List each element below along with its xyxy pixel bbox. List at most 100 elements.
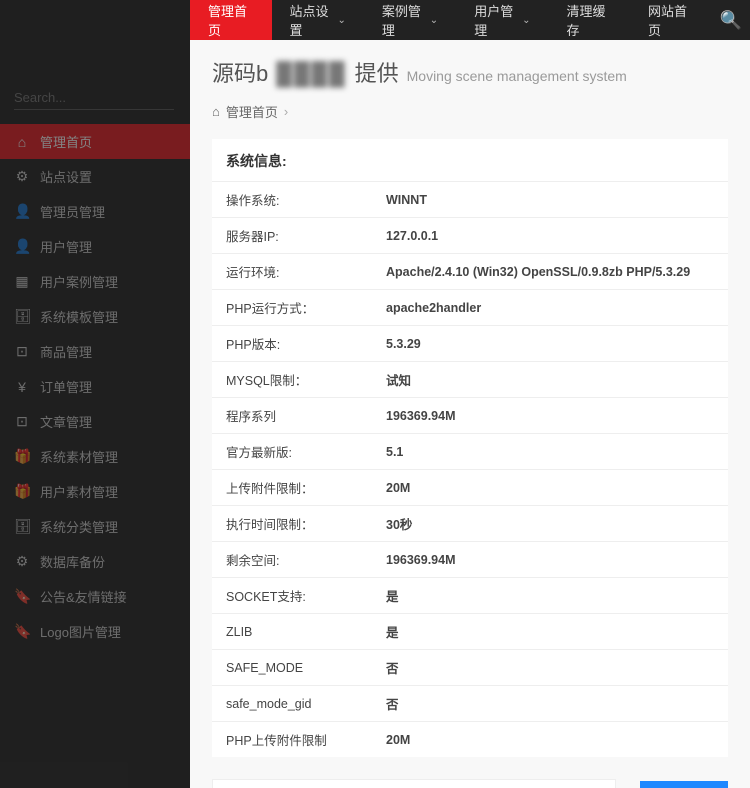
search-input[interactable]	[14, 86, 190, 109]
info-value: Apache/2.4.10 (Win32) OpenSSL/0.9.8zb PH…	[372, 254, 728, 290]
sidebar-item-icon: ⊡	[14, 343, 30, 360]
table-row: SOCKET支持:是	[212, 578, 728, 614]
info-value: apache2handler	[372, 290, 728, 326]
sidebar-item-icon: 🎁	[14, 483, 30, 500]
sidebar-search: 🔍	[14, 86, 174, 110]
sidebar-item-4[interactable]: ▦用户案例管理	[0, 264, 190, 299]
sidebar-item-13[interactable]: 🔖 公告&友情链接	[0, 579, 190, 614]
sidebar-item-icon: 🗄	[14, 308, 30, 325]
sidebar-item-8[interactable]: ⊡ 文章管理	[0, 404, 190, 439]
info-value: 是	[372, 614, 728, 650]
info-key: SAFE_MODE	[212, 650, 372, 686]
sidebar-item-label: 站点设置	[40, 167, 92, 186]
info-table: 操作系统:WINNT服务器IP:127.0.0.1运行环境:Apache/2.4…	[212, 181, 728, 757]
sidebar-item-0[interactable]: ⌂管理首页	[0, 124, 190, 159]
sidebar-item-icon: 🗄	[14, 518, 30, 535]
sidebar-item-6[interactable]: ⊡ 商品管理	[0, 334, 190, 369]
sidebar-item-icon: 🔖	[14, 588, 30, 605]
info-value: 试知	[372, 362, 728, 398]
table-row: PHP运行方式：apache2handler	[212, 290, 728, 326]
top-navbar: 管理首页站点设置⌄案例管理⌄用户管理⌄清理缓存网站首页🔍	[190, 0, 750, 40]
topnav-tab-2[interactable]: 案例管理⌄	[364, 0, 456, 40]
print-input-box[interactable]	[212, 779, 616, 788]
info-key: MYSQL限制：	[212, 362, 372, 398]
chevron-right-icon: ›	[284, 104, 288, 119]
info-value: 196369.94M	[372, 398, 728, 434]
info-key: PHP上传附件限制	[212, 722, 372, 758]
sidebar-item-label: 系统模板管理	[40, 307, 118, 326]
info-value: 20M	[372, 722, 728, 758]
sidebar-item-5[interactable]: 🗄 系统模板管理	[0, 299, 190, 334]
sidebar-item-label: 公告&友情链接	[40, 587, 127, 606]
sidebar-item-10[interactable]: 🎁 用户素材管理	[0, 474, 190, 509]
sidebar-item-label: 用户素材管理	[40, 482, 118, 501]
topnav-tab-5[interactable]: 网站首页	[630, 0, 712, 40]
topnav-tab-0[interactable]: 管理首页	[190, 0, 272, 40]
system-info-panel: 系统信息: 操作系统:WINNT服务器IP:127.0.0.1运行环境:Apac…	[212, 139, 728, 757]
sidebar-item-label: 订单管理	[40, 377, 92, 396]
page-title: 源码b ████ 提供 Moving scene management syst…	[212, 56, 728, 88]
sidebar-item-label: 管理员管理	[40, 202, 105, 221]
table-row: 剩余空间:196369.94M	[212, 542, 728, 578]
sidebar-item-7[interactable]: ¥ 订单管理	[0, 369, 190, 404]
table-row: 运行环境:Apache/2.4.10 (Win32) OpenSSL/0.9.8…	[212, 254, 728, 290]
topnav-search-icon[interactable]: 🔍	[712, 0, 750, 40]
topnav-tab-1[interactable]: 站点设置⌄	[272, 0, 364, 40]
chevron-down-icon: ⌄	[522, 15, 530, 26]
sidebar-item-9[interactable]: 🎁 系统素材管理	[0, 439, 190, 474]
topnav-tab-3[interactable]: 用户管理⌄	[456, 0, 548, 40]
table-row: 操作系统:WINNT	[212, 182, 728, 218]
sidebar-item-icon: 👤	[14, 203, 30, 220]
table-row: 程序系列196369.94M	[212, 398, 728, 434]
sidebar-item-label: 系统分类管理	[40, 517, 118, 536]
info-key: 操作系统:	[212, 182, 372, 218]
info-value: 127.0.0.1	[372, 218, 728, 254]
sidebar-item-label: 文章管理	[40, 412, 92, 431]
table-row: safe_mode_gid否	[212, 686, 728, 722]
info-key: PHP版本:	[212, 326, 372, 362]
sidebar-item-icon: ¥	[14, 379, 30, 395]
print-button[interactable]: 打印 🖨	[640, 781, 728, 788]
breadcrumb-label[interactable]: 管理首页	[226, 102, 278, 121]
sidebar-item-icon: ⌂	[14, 134, 30, 150]
sidebar-item-11[interactable]: 🗄 系统分类管理	[0, 509, 190, 544]
info-key: 上传附件限制：	[212, 470, 372, 506]
sidebar-item-14[interactable]: 🔖Logo图片管理	[0, 614, 190, 649]
info-key: 执行时间限制：	[212, 506, 372, 542]
sidebar-item-2[interactable]: 👤 管理员管理	[0, 194, 190, 229]
info-key: safe_mode_gid	[212, 686, 372, 722]
info-key: ZLIB	[212, 614, 372, 650]
sidebar-item-icon: 👤	[14, 238, 30, 255]
sidebar-item-label: 数据库备份	[40, 552, 105, 571]
table-row: PHP上传附件限制20M	[212, 722, 728, 758]
sidebar-item-icon: 🔖	[14, 623, 30, 640]
brand-prefix: 源码b	[212, 56, 268, 88]
table-row: 服务器IP:127.0.0.1	[212, 218, 728, 254]
brand-suffix: 提供	[355, 56, 399, 88]
info-value: 是	[372, 578, 728, 614]
sidebar-item-icon: ⊡	[14, 413, 30, 430]
table-row: PHP版本:5.3.29	[212, 326, 728, 362]
sidebar-item-label: 商品管理	[40, 342, 92, 361]
sidebar-item-12[interactable]: ⚙ 数据库备份	[0, 544, 190, 579]
info-key: 服务器IP:	[212, 218, 372, 254]
chevron-down-icon: ⌄	[337, 15, 345, 26]
info-key: 运行环境:	[212, 254, 372, 290]
home-icon[interactable]: ⌂	[212, 104, 220, 119]
info-value: 30秒	[372, 506, 728, 542]
info-value: 5.1	[372, 434, 728, 470]
table-row: SAFE_MODE否	[212, 650, 728, 686]
sidebar-item-label: 用户管理	[40, 237, 92, 256]
sidebar-item-label: 系统素材管理	[40, 447, 118, 466]
sidebar-item-icon: ⚙	[14, 553, 30, 570]
info-value: 20M	[372, 470, 728, 506]
brand-blurred: ████	[276, 61, 346, 87]
info-value: 否	[372, 686, 728, 722]
topnav-tab-4[interactable]: 清理缓存	[549, 0, 631, 40]
brand-subtitle: Moving scene management system	[407, 68, 627, 84]
sidebar-item-1[interactable]: ⚙站点设置	[0, 159, 190, 194]
info-key: 剩余空间:	[212, 542, 372, 578]
sidebar-item-3[interactable]: 👤 用户管理	[0, 229, 190, 264]
sidebar-item-icon: 🎁	[14, 448, 30, 465]
table-row: 执行时间限制：30秒	[212, 506, 728, 542]
